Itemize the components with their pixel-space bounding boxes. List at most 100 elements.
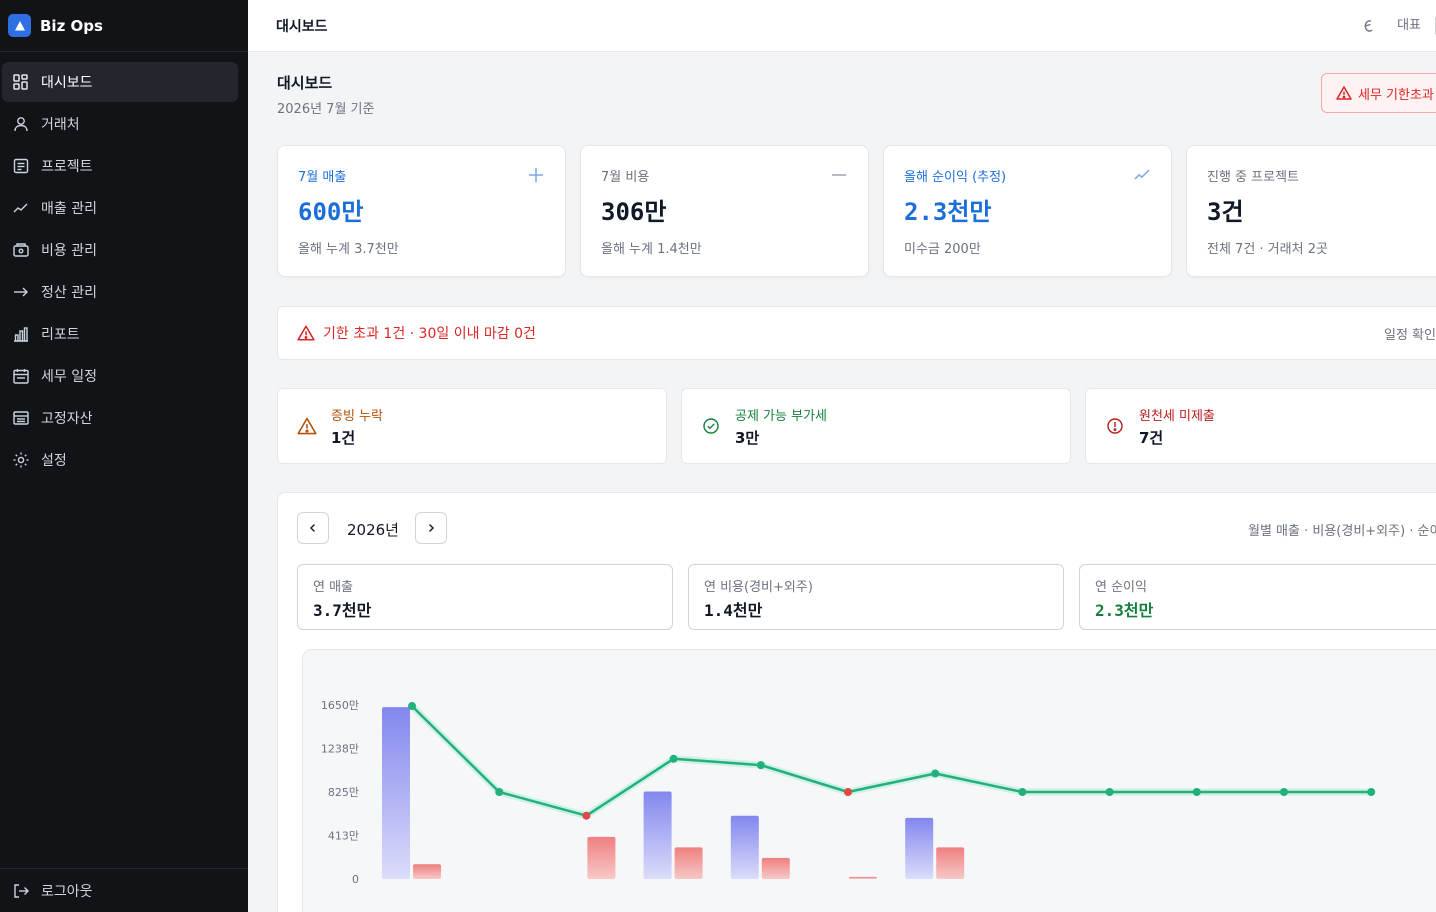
monthly-chart-card: 2026년 월별 매출 · 비용(경비+외주) · 순이익 연 매출 3.7천만… xyxy=(277,492,1436,912)
kpi-sub: 올해 누계 3.7천만 xyxy=(298,242,399,257)
stat-card-missing-receipts[interactable]: 증빙 누락 1건 xyxy=(277,388,667,464)
kpi-label: 진행 중 프로젝트 xyxy=(1207,170,1299,185)
sidebar-item-tax-schedule[interactable]: 세무 일정 xyxy=(2,356,238,396)
chart-legend-text: 월별 매출 · 비용(경비+외주) · 순이익 xyxy=(1248,524,1436,539)
stat-label: 증빙 누락 xyxy=(331,409,383,424)
sidebar-item-label: 정산 관리 xyxy=(41,285,97,301)
sales-bar xyxy=(382,707,410,879)
alert-button-label: 세무 기한초과 xyxy=(1358,87,1434,103)
check-circle-icon xyxy=(700,415,722,437)
sidebar-item-dashboard[interactable]: 대시보드 xyxy=(2,62,238,102)
calendar-icon xyxy=(11,366,31,386)
sidebar-item-label: 리포트 xyxy=(41,327,80,343)
profit-point xyxy=(1280,788,1288,796)
kpi-value: 306만 xyxy=(601,198,667,226)
sidebar-item-clients[interactable]: 거래처 xyxy=(2,104,238,144)
chevron-left-icon xyxy=(310,524,315,532)
summary-annual-profit: 연 순이익 2.3천만 xyxy=(1079,564,1436,630)
brand[interactable]: Biz Ops xyxy=(0,0,248,52)
logout-label: 로그아웃 xyxy=(41,883,93,900)
y-tick-label: 0 xyxy=(352,873,359,886)
next-year-button[interactable] xyxy=(415,512,447,544)
profit-point xyxy=(1367,788,1376,796)
summary-annual-sales: 연 매출 3.7천만 xyxy=(297,564,673,630)
sidebar-item-label: 매출 관리 xyxy=(41,201,97,217)
summary-value: 1.4천만 xyxy=(704,601,763,620)
sidebar-item-label: 설정 xyxy=(41,453,67,469)
sales-bar xyxy=(730,815,759,879)
profit-point xyxy=(495,788,504,796)
kpi-value: 600만 xyxy=(298,198,364,226)
year-label: 2026년 xyxy=(347,521,399,539)
sidebar-item-fixed-assets[interactable]: 고정자산 xyxy=(2,398,238,438)
y-tick-label: 413만 xyxy=(328,830,359,843)
kpi-sub: 올해 누계 1.4천만 xyxy=(601,242,702,257)
summary-label: 연 비용(경비+외주) xyxy=(704,580,813,595)
profit-point xyxy=(1192,788,1201,796)
trend-icon xyxy=(1131,164,1153,186)
summary-label: 연 매출 xyxy=(313,580,354,595)
brand-logo-icon xyxy=(8,14,31,37)
document-icon xyxy=(11,156,31,176)
sidebar-item-sales[interactable]: 매출 관리 xyxy=(2,188,238,228)
profit-point xyxy=(844,788,852,796)
chart-plot-area: 1650만 1238만 825만 413만 0 xyxy=(302,649,1436,912)
profit-point xyxy=(756,761,765,770)
kpi-sub: 전체 7건 · 거래처 2곳 xyxy=(1207,242,1328,257)
stat-card-withholding-tax[interactable]: 원천세 미제출 7건 xyxy=(1085,388,1436,464)
bar-chart-icon xyxy=(11,324,31,344)
chevron-right-icon xyxy=(429,524,434,532)
trend-icon xyxy=(11,198,31,218)
kpi-card-active-projects[interactable]: 진행 중 프로젝트 3건 전체 7건 · 거래처 2곳 xyxy=(1186,145,1436,277)
kpi-sub: 미수금 200만 xyxy=(904,242,981,257)
monthly-chart: 1650만 1238만 825만 413만 0 xyxy=(321,699,1376,886)
sales-bar xyxy=(905,817,934,879)
stat-card-deductible-vat[interactable]: 공제 가능 부가세 3만 xyxy=(681,388,1071,464)
tax-overdue-alert-button[interactable]: 세무 기한초과 xyxy=(1321,73,1436,113)
sidebar-item-settlement[interactable]: 정산 관리 xyxy=(2,272,238,312)
user-menu[interactable]: 대표 xyxy=(1397,17,1436,35)
profit-line-glow xyxy=(409,703,1372,820)
expense-bar xyxy=(674,847,703,879)
arrow-right-icon xyxy=(11,282,31,302)
summary-value: 3.7천만 xyxy=(313,601,372,620)
page-title: 대시보드 xyxy=(277,74,333,92)
kpi-card-monthly-sales[interactable]: 7월 매출 600만 올해 누계 3.7천만 xyxy=(277,145,566,277)
user-icon xyxy=(11,114,31,134)
previous-year-button[interactable] xyxy=(297,512,329,544)
sidebar-item-label: 고정자산 xyxy=(41,411,93,427)
sales-bar xyxy=(643,791,672,879)
sidebar-item-label: 거래처 xyxy=(41,117,80,133)
profit-point xyxy=(1105,788,1114,796)
kpi-card-net-profit[interactable]: 올해 순이익 (추정) 2.3천만 미수금 200만 xyxy=(883,145,1172,277)
page-subtitle: 2026년 7월 기준 xyxy=(277,102,375,117)
y-tick-label: 1238만 xyxy=(321,743,359,756)
stat-value: 3만 xyxy=(735,429,760,447)
kpi-value: 3건 xyxy=(1207,198,1244,226)
sidebar-item-projects[interactable]: 프로젝트 xyxy=(2,146,238,186)
summary-value: 2.3천만 xyxy=(1095,601,1154,620)
kpi-label: 7월 매출 xyxy=(298,170,347,185)
kpi-card-monthly-expense[interactable]: 7월 비용 306만 올해 누계 1.4천만 xyxy=(580,145,869,277)
sun-icon xyxy=(11,450,31,470)
sidebar-item-expenses[interactable]: 비용 관리 xyxy=(2,230,238,270)
warning-icon xyxy=(296,415,318,437)
y-tick-label: 1650만 xyxy=(321,699,359,712)
kpi-label: 올해 순이익 (추정) xyxy=(904,170,1007,185)
profit-line xyxy=(411,705,1372,817)
view-schedule-link[interactable]: 일정 확인 xyxy=(1384,324,1436,343)
sidebar-item-settings[interactable]: 설정 xyxy=(2,440,238,480)
summary-annual-expense: 연 비용(경비+외주) 1.4천만 xyxy=(688,564,1064,630)
topbar-actions: 대표 xyxy=(1357,0,1436,52)
stat-label: 원천세 미제출 xyxy=(1139,409,1215,424)
profit-point xyxy=(582,811,591,820)
profit-point xyxy=(931,769,940,778)
banner-text: 기한 초과 1건 · 30일 이내 마감 0건 xyxy=(323,326,536,342)
warning-icon xyxy=(297,325,315,341)
kpi-label: 7월 비용 xyxy=(601,170,650,185)
logout-button[interactable]: 로그아웃 xyxy=(0,868,248,912)
theme-toggle-icon[interactable] xyxy=(1357,15,1379,37)
sidebar-item-reports[interactable]: 리포트 xyxy=(2,314,238,354)
sidebar-item-label: 비용 관리 xyxy=(41,243,97,259)
summary-label: 연 순이익 xyxy=(1095,580,1147,595)
